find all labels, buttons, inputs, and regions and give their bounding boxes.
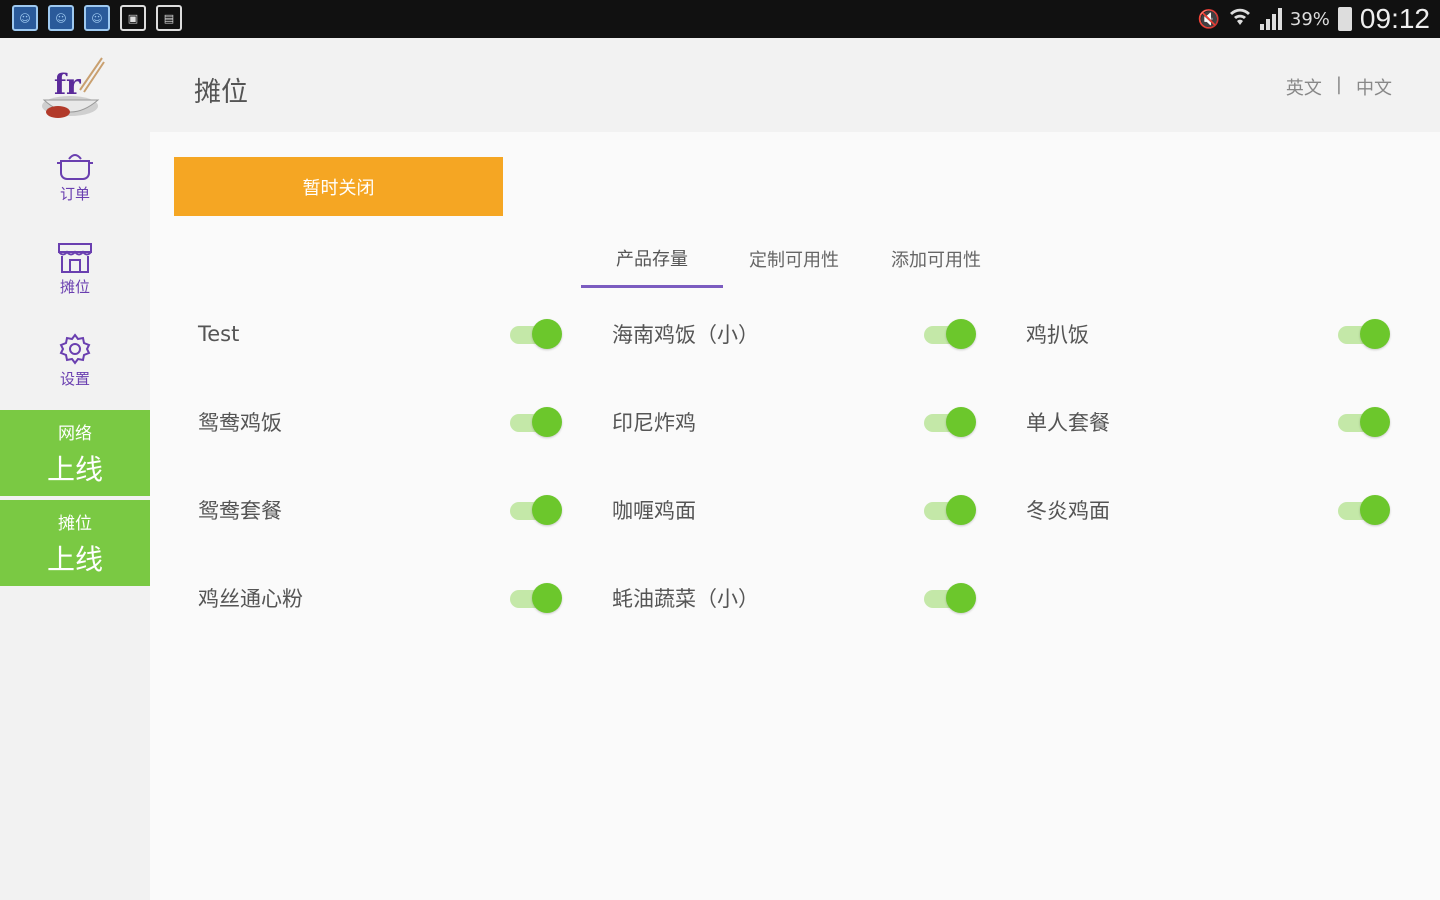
product-name: 鸡扒饭	[1026, 323, 1089, 347]
lang-separator: |	[1335, 74, 1342, 95]
product-name: 鸡丝通心粉	[198, 587, 303, 611]
battery-percent: 39%	[1289, 8, 1330, 30]
status-bar: ☺ ☺ ☺ ▣ ▤ 🔇 39% 09:12	[0, 0, 1440, 38]
lang-chinese-link[interactable]: 中文	[1356, 74, 1392, 100]
sidebar-item-settings[interactable]: 设置	[0, 320, 150, 400]
list-item: 印尼炸鸡	[612, 378, 976, 466]
clock: 09:12	[1359, 3, 1430, 34]
sidebar-item-orders[interactable]: 订单	[0, 136, 150, 216]
stall-status-value: 上线	[46, 542, 103, 576]
availability-toggle[interactable]	[924, 318, 976, 350]
availability-toggle[interactable]	[924, 582, 976, 614]
status-bar-system: 🔇 39% 09:12	[1197, 0, 1430, 38]
availability-toggle[interactable]	[510, 406, 562, 438]
stall-icon	[58, 242, 92, 273]
network-status[interactable]: 网络 上线	[0, 410, 150, 496]
availability-toggle[interactable]	[924, 494, 976, 526]
list-item: 鸡扒饭	[1026, 290, 1390, 378]
availability-toggle[interactable]	[1338, 318, 1390, 350]
list-item: 冬炎鸡面	[1026, 466, 1390, 554]
pot-icon	[57, 153, 93, 180]
file-icon: ▤	[156, 5, 182, 31]
sidebar: fr 订单 摊位 设置 网络 上线 摊位 上线	[0, 38, 150, 900]
list-item: 单人套餐	[1026, 378, 1390, 466]
tab-bar: 产品存量 定制可用性 添加可用性	[581, 230, 1007, 288]
product-name: Test	[198, 322, 240, 346]
list-item: 咖喱鸡面	[612, 466, 976, 554]
app-logo: fr	[36, 48, 108, 128]
lang-english-link[interactable]: 英文	[1286, 74, 1322, 100]
battery-icon	[1337, 7, 1352, 31]
notification-icon: ☺	[12, 5, 38, 31]
mute-icon: 🔇	[1197, 8, 1220, 30]
stall-status-title: 摊位	[58, 513, 92, 534]
availability-toggle[interactable]	[1338, 406, 1390, 438]
product-name: 海南鸡饭（小）	[612, 323, 759, 347]
wifi-icon	[1228, 5, 1252, 34]
product-name: 单人套餐	[1026, 411, 1110, 435]
product-name: 鸳鸯套餐	[198, 499, 282, 523]
list-item: 蚝油蔬菜（小）	[612, 554, 976, 642]
sidebar-item-stall[interactable]: 摊位	[0, 228, 150, 308]
list-item: 鸡丝通心粉	[198, 554, 562, 642]
product-name: 冬炎鸡面	[1026, 499, 1110, 523]
availability-toggle[interactable]	[924, 406, 976, 438]
notification-icon: ☺	[84, 5, 110, 31]
sidebar-item-label: 摊位	[59, 277, 90, 296]
page-title: 摊位	[194, 77, 248, 108]
header: 摊位 英文 | 中文	[150, 38, 1440, 132]
image-icon: ▣	[120, 5, 146, 31]
tab-add-availability[interactable]: 添加可用性	[865, 230, 1007, 288]
availability-toggle[interactable]	[1338, 494, 1390, 526]
list-item: 鸳鸯鸡饭	[198, 378, 562, 466]
product-name: 印尼炸鸡	[612, 411, 696, 435]
availability-toggle[interactable]	[510, 582, 562, 614]
tab-custom-availability[interactable]: 定制可用性	[723, 230, 865, 288]
list-item: 海南鸡饭（小）	[612, 290, 976, 378]
stall-status[interactable]: 摊位 上线	[0, 500, 150, 586]
product-name: 咖喱鸡面	[612, 499, 696, 523]
main-content: 暂时关闭 产品存量 定制可用性 添加可用性 Test 海南鸡饭（小） 鸡扒饭 鸳…	[150, 132, 1440, 900]
signal-icon	[1259, 8, 1282, 30]
sidebar-item-label: 设置	[59, 369, 90, 388]
tab-product-stock[interactable]: 产品存量	[581, 230, 723, 288]
status-bar-notifications: ☺ ☺ ☺ ▣ ▤	[12, 5, 182, 31]
notification-icon: ☺	[48, 5, 74, 31]
svg-text:fr: fr	[54, 68, 82, 101]
network-status-value: 上线	[46, 452, 103, 486]
sidebar-item-label: 订单	[59, 184, 90, 203]
language-switcher: 英文 | 中文	[1286, 74, 1392, 100]
product-name: 蚝油蔬菜（小）	[612, 587, 759, 611]
availability-toggle[interactable]	[510, 318, 562, 350]
list-item: 鸳鸯套餐	[198, 466, 562, 554]
gear-icon	[59, 332, 91, 365]
product-name: 鸳鸯鸡饭	[198, 411, 282, 435]
availability-toggle[interactable]	[510, 494, 562, 526]
temporarily-close-button[interactable]: 暂时关闭	[174, 157, 503, 216]
network-status-title: 网络	[58, 423, 92, 444]
list-item: Test	[198, 290, 562, 378]
